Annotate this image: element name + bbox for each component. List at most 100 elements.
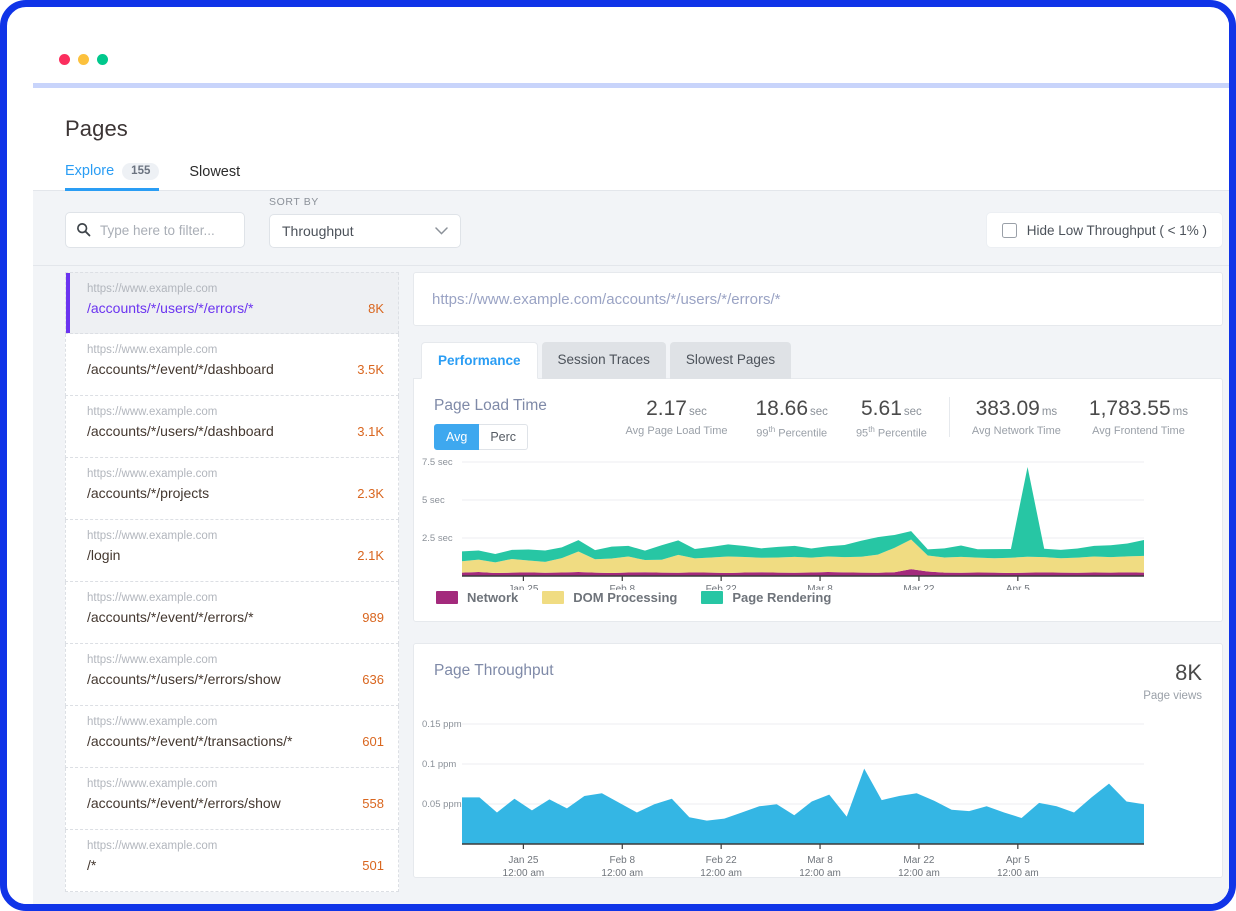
plt-toggle-avg[interactable]: Avg — [434, 424, 480, 450]
list-item[interactable]: https://www.example.com/accounts/*/event… — [65, 706, 399, 768]
sort-by-select[interactable]: Throughput — [269, 214, 461, 248]
list-item[interactable]: https://www.example.com/accounts/*/event… — [65, 768, 399, 830]
main-split: https://www.example.com/accounts/*/users… — [33, 266, 1229, 904]
tp-series-area — [462, 768, 1144, 844]
plt-toggle-perc[interactable]: Perc — [479, 424, 529, 450]
list-item[interactable]: https://www.example.com/accounts/*/users… — [65, 396, 399, 458]
list-item-line: /login 2.1K — [87, 547, 384, 563]
throughput-value: 8K — [1175, 660, 1202, 685]
metric-0: 2.17 sec Avg Page Load Time — [612, 397, 742, 437]
tp-gridlines — [462, 723, 1144, 805]
hide-low-throughput-checkbox[interactable] — [1001, 222, 1017, 238]
list-item-path: /login — [87, 546, 121, 563]
search-input[interactable] — [65, 212, 245, 248]
list-item-count: 8K — [368, 300, 384, 316]
list-item[interactable]: https://www.example.com /* 501 — [65, 830, 399, 892]
performance-panel: Page Load Time Avg Perc 2.17 sec Avg Page … — [413, 378, 1223, 622]
throughput-title: Page Throughput — [434, 662, 554, 679]
list-item-host: https://www.example.com — [87, 716, 218, 728]
list-item-line: /accounts/*/users/*/errors/show 636 — [87, 671, 384, 687]
tab-slowest-label: Slowest — [189, 164, 241, 180]
metric-unit: sec — [810, 406, 828, 418]
browser-window-frame: Pages Explore 155 Slowest Type here to f… — [0, 0, 1236, 911]
sort-by-group: SORT BY Throughput — [269, 196, 461, 248]
list-item-host: https://www.example.com — [87, 654, 218, 666]
plt-title-group: Page Load Time Avg Perc — [434, 397, 547, 450]
metric-unit: ms — [1172, 406, 1188, 418]
metric-value: 383.09 ms — [975, 397, 1058, 420]
list-item-host: https://www.example.com — [87, 344, 218, 356]
list-item-count: 636 — [362, 671, 384, 687]
list-item-line: /accounts/*/event/*/errors/show 558 — [87, 795, 384, 811]
metric-value: 1,783.55 ms — [1088, 397, 1188, 420]
list-item[interactable]: https://www.example.com/accounts/*/users… — [65, 272, 399, 334]
window-traffic-lights — [59, 54, 108, 65]
metric-value: 2.17 sec — [646, 397, 707, 420]
tab-performance[interactable]: Performance — [421, 342, 538, 379]
legend-dom-processing-label: DOM Processing — [573, 590, 678, 605]
page-load-time-chart: 7.5 sec 5 sec 2.5 sec Jan 2512:00 amFeb … — [422, 457, 1144, 590]
list-item-count: 989 — [362, 609, 384, 625]
hide-low-throughput-label: Hide Low Throughput ( < 1% ) — [1026, 222, 1207, 238]
tab-explore[interactable]: Explore 155 — [65, 162, 160, 191]
list-item-host: https://www.example.com — [87, 283, 218, 295]
legend-page-rendering-swatch — [701, 591, 724, 604]
list-item-line: /accounts/*/projects 2.3K — [87, 485, 384, 501]
window-inner: Pages Explore 155 Slowest Type here to f… — [14, 14, 1229, 904]
plt-xticks: Jan 2512:00 amFeb 812:00 amFeb 2212:00 a… — [508, 576, 1030, 590]
page-list[interactable]: https://www.example.com/accounts/*/users… — [33, 266, 399, 904]
metric-label: 99th Percentile — [756, 425, 828, 440]
list-item-line: /accounts/*/users/*/errors/* 8K — [87, 300, 384, 316]
detail-tab-strip: Performance Session Traces Slowest Pages — [413, 341, 1223, 379]
tp-xtick-date: Feb 8 — [609, 855, 635, 866]
tp-xtick-time: 12:00 am — [997, 868, 1039, 877]
tp-ytick-005: 0.05 ppm — [422, 799, 462, 810]
page-title: Pages — [65, 116, 128, 141]
maximize-window-button[interactable] — [97, 54, 108, 65]
plt-ytick-2-5: 2.5 sec — [422, 533, 453, 544]
list-item[interactable]: https://www.example.com/accounts/*/event… — [65, 582, 399, 644]
list-item-host: https://www.example.com — [87, 406, 218, 418]
list-item[interactable]: https://www.example.com/login 2.1K — [65, 520, 399, 582]
tp-area — [462, 768, 1144, 844]
list-item[interactable]: https://www.example.com/accounts/*/event… — [65, 334, 399, 396]
list-item-path: /accounts/*/projects — [87, 484, 210, 501]
metric-2: 5.61 sec 95th Percentile — [842, 397, 941, 440]
hide-low-throughput-toggle[interactable]: Hide Low Throughput ( < 1% ) — [985, 212, 1223, 248]
tp-xtick-time: 12:00 am — [799, 868, 841, 877]
plt-legend: Network DOM Processing Page Rendering — [414, 590, 1222, 621]
metric-1: 18.66 sec 99th Percentile — [741, 397, 841, 440]
list-item-count: 3.5K — [357, 361, 384, 377]
list-item[interactable]: https://www.example.com/accounts/*/proje… — [65, 458, 399, 520]
metric-label: Avg Frontend Time — [1092, 425, 1185, 437]
metric-unit: sec — [688, 406, 707, 418]
list-item-path: /accounts/*/users/*/dashboard — [87, 422, 274, 439]
metric-label: 95th Percentile — [855, 425, 927, 440]
minimize-window-button[interactable] — [78, 54, 89, 65]
search-container — [65, 212, 245, 248]
plt-avg-perc-toggle: Avg Perc — [434, 424, 547, 450]
sort-by-value: Throughput — [282, 223, 354, 239]
list-item-host: https://www.example.com — [87, 530, 218, 542]
list-item-path: /accounts/*/event/*/transactions/* — [87, 732, 293, 749]
tp-xtick-time: 12:00 am — [503, 868, 545, 877]
list-item[interactable]: https://www.example.com/accounts/*/users… — [65, 644, 399, 706]
metric-label: Avg Page Load Time — [625, 425, 728, 437]
tab-session-traces[interactable]: Session Traces — [541, 342, 666, 379]
tp-xticks: Jan 25 12:00 am Feb 8 12:00 am Feb 22 12:00 a… — [503, 844, 1039, 877]
tab-slowest-pages[interactable]: Slowest Pages — [669, 342, 792, 379]
tab-slowest[interactable]: Slowest — [189, 164, 240, 190]
detail-url-card: https://www.example.com/accounts/*/users… — [413, 272, 1223, 326]
list-item-count: 558 — [362, 795, 384, 811]
list-item-line: /accounts/*/event/*/dashboard 3.5K — [87, 361, 384, 377]
tp-xtick-date: Apr 5 — [1006, 855, 1030, 866]
plt-title: Page Load Time — [434, 397, 547, 414]
list-item-host: https://www.example.com — [87, 778, 218, 790]
list-item-path: /* — [87, 856, 97, 873]
metric-3: 383.09 ms Avg Network Time — [948, 397, 1075, 437]
page-content: Pages Explore 155 Slowest Type here to f… — [33, 93, 1229, 904]
plt-xtick-date: Apr 5 — [1006, 584, 1030, 590]
list-item-count: 3.1K — [357, 423, 384, 439]
close-window-button[interactable] — [59, 54, 70, 65]
list-item-count: 601 — [362, 733, 384, 749]
